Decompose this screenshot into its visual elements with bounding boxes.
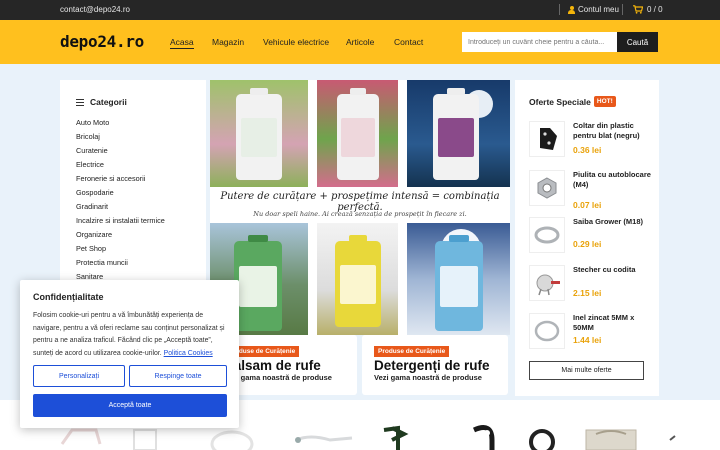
- offer-price: 0.36 lei: [573, 145, 602, 155]
- cart-count: 0 / 0: [647, 5, 663, 14]
- nav-acasa[interactable]: Acasa: [170, 37, 194, 49]
- nav-magazin[interactable]: Magazin: [212, 37, 244, 47]
- offer-price: 1.44 lei: [573, 335, 602, 345]
- offer-price: 0.29 lei: [573, 239, 602, 249]
- plug-icon: [529, 265, 565, 301]
- category-gradinarit[interactable]: Gradinarit: [76, 202, 108, 211]
- category-bricolaj[interactable]: Bricolaj: [76, 132, 100, 141]
- offer-name: Inel zincat 5MM x 50MM: [573, 313, 635, 332]
- category-auto-moto[interactable]: Auto Moto: [76, 118, 109, 127]
- promo-card-detergenti[interactable]: Produse de Curățenie Detergenți de rufe …: [362, 335, 508, 395]
- contact-email[interactable]: contact@depo24.ro: [60, 5, 130, 14]
- promo-title: Detergenți de rufe: [374, 358, 490, 373]
- category-protectia-muncii[interactable]: Protectia muncii: [76, 258, 128, 267]
- offer-price: 0.07 lei: [573, 200, 602, 210]
- accept-all-button[interactable]: Acceptă toate: [33, 394, 227, 417]
- divider: [622, 4, 623, 15]
- category-gospodarie[interactable]: Gospodarie: [76, 188, 114, 197]
- nav-contact[interactable]: Contact: [394, 37, 423, 47]
- category-feronerie[interactable]: Feronerie si accesorii: [76, 174, 145, 183]
- nav-vehicule-electrice[interactable]: Vehicule electrice: [263, 37, 329, 47]
- category-electrice[interactable]: Electrice: [76, 160, 104, 169]
- offer-item[interactable]: Stecher cu codita 2.15 lei: [529, 265, 653, 309]
- offer-name: Saiba Grower (M18): [573, 217, 644, 226]
- offer-price: 2.15 lei: [573, 288, 602, 298]
- offer-item[interactable]: Inel zincat 5MM x 50MM 1.44 lei: [529, 313, 653, 357]
- banner-photo: [407, 223, 510, 335]
- category-organizare[interactable]: Organizare: [76, 230, 112, 239]
- more-offers-button[interactable]: Mai multe oferte: [529, 361, 644, 380]
- list-icon: [76, 98, 84, 106]
- cookie-text: Folosim cookie-uri pentru a vă îmbunătăț…: [33, 310, 228, 360]
- search-button[interactable]: Caută: [617, 32, 658, 52]
- category-curatenie[interactable]: Curatenie: [76, 146, 108, 155]
- hot-badge: HOT!: [593, 96, 616, 107]
- offer-name: Coltar din plastic pentru blat (negru): [573, 121, 640, 140]
- account-link[interactable]: Contul meu: [568, 5, 619, 14]
- site-logo[interactable]: depo24.ro: [60, 32, 144, 51]
- offer-item[interactable]: Coltar din plastic pentru blat (negru) 0…: [529, 121, 653, 165]
- category-pet-shop[interactable]: Pet Shop: [76, 244, 106, 253]
- categories-title: Categorii: [90, 97, 127, 107]
- promo-subtitle: Vezi gama noastră de produse: [224, 373, 332, 382]
- offers-title: Oferte Speciale: [529, 96, 591, 107]
- cart-link[interactable]: 0 / 0: [633, 5, 663, 14]
- search-input[interactable]: [462, 32, 618, 52]
- category-incalzire[interactable]: Incalzire si instalatii termice: [76, 216, 165, 225]
- customize-button[interactable]: Personalizați: [33, 365, 125, 387]
- banner-photo: [407, 80, 510, 187]
- reject-all-button[interactable]: Respinge toate: [129, 365, 227, 387]
- categories-heading: Categorii: [76, 97, 127, 107]
- divider: [559, 4, 560, 15]
- top-bar: contact@depo24.ro Contul meu 0 / 0: [0, 0, 720, 20]
- offer-name: Piulita cu autoblocare (M4): [573, 170, 651, 189]
- cookie-consent-dialog: Confidențialitate Folosim cookie-uri pen…: [20, 280, 239, 428]
- promo-tag: Produse de Curățenie: [374, 346, 450, 357]
- promo-subtitle: Vezi gama noastră de produse: [374, 373, 482, 382]
- hero-banner[interactable]: Putere de curățare + prospețime intensă …: [210, 80, 510, 335]
- offer-name: Stecher cu codita: [573, 265, 636, 274]
- banner-photo: [317, 223, 398, 335]
- banner-photo: [317, 80, 398, 187]
- main-header: depo24.ro Acasa Magazin Vehicule electri…: [0, 20, 720, 64]
- special-offers-panel: Oferte Speciale HOT! Coltar din plastic …: [515, 80, 659, 396]
- user-icon: [568, 5, 575, 14]
- corner-bracket-icon: [529, 121, 565, 157]
- ring-icon: [529, 313, 565, 349]
- cookie-title: Confidențialitate: [33, 292, 104, 302]
- offers-heading: Oferte Speciale HOT!: [529, 96, 616, 107]
- offer-item[interactable]: Saiba Grower (M18) 0.29 lei: [529, 217, 653, 261]
- nav-articole[interactable]: Articole: [346, 37, 374, 47]
- cookie-policy-link[interactable]: Politica Cookies: [164, 350, 213, 357]
- lock-nut-icon: [529, 170, 565, 206]
- cart-icon: [633, 5, 643, 14]
- offer-item[interactable]: Piulita cu autoblocare (M4) 0.07 lei: [529, 170, 653, 214]
- banner-photo: [210, 80, 308, 187]
- account-label: Contul meu: [578, 5, 619, 14]
- banner-subline: Nu doar speli haine. Ai crează senzația …: [253, 210, 467, 218]
- spring-washer-icon: [529, 217, 565, 253]
